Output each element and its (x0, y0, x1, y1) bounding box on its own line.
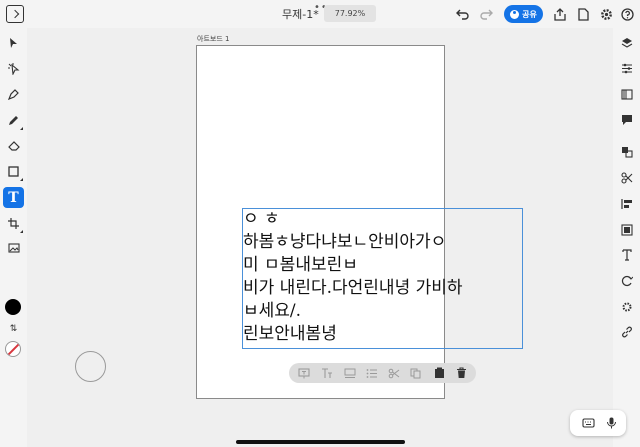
export-icon[interactable] (551, 5, 569, 23)
keyboard-pill (570, 410, 626, 436)
image-icon[interactable] (3, 237, 24, 258)
arrange-icon[interactable] (618, 143, 635, 160)
artboard-label: 아트보드 1 (197, 35, 230, 43)
share-label: 공유 (522, 9, 537, 19)
shape-icon[interactable] (3, 161, 24, 182)
text-area-icon[interactable] (343, 366, 357, 380)
text-line: 린보안내봄녕 (243, 324, 337, 344)
path-icon[interactable] (618, 169, 635, 186)
comments-icon[interactable] (618, 111, 635, 128)
text-context-toolbar (289, 363, 476, 383)
glyph-size-icon[interactable] (320, 366, 334, 380)
touch-shortcut-circle[interactable] (75, 351, 106, 382)
zoom-level[interactable]: 77.92% (324, 5, 376, 22)
redo-icon[interactable] (477, 5, 495, 23)
text-line: ㅂ세요/. (243, 301, 302, 321)
text-line: ㅇ ㅎ (243, 209, 280, 229)
link-icon[interactable] (618, 323, 635, 340)
pen-icon[interactable] (3, 84, 24, 105)
home-icon[interactable] (6, 5, 24, 23)
type-panel-icon[interactable] (618, 246, 635, 263)
delete-icon[interactable] (454, 366, 468, 380)
fill-color-swatch[interactable] (5, 299, 21, 315)
undo-icon[interactable] (453, 5, 471, 23)
text-line: 비가 내린다.다언린내녕 가비하 (243, 278, 463, 298)
cut-icon[interactable] (387, 366, 401, 380)
text-content[interactable]: ㅇ ㅎ 하봄ㅎ냥다냐보ㄴ안비아가ㅇ 미 ㅁ봄내보린ㅂ 비가 내린다.다언린내녕 … (243, 208, 463, 346)
copy-icon[interactable] (409, 366, 423, 380)
direct-select-icon[interactable] (3, 58, 24, 79)
list-icon[interactable] (365, 366, 379, 380)
libraries-icon[interactable] (618, 85, 635, 102)
text-line: 미 ㅁ봄내보린ㅂ (243, 255, 358, 275)
document-title[interactable]: 무제-1* (282, 6, 319, 22)
home-indicator (236, 440, 405, 444)
repeat-icon[interactable] (618, 272, 635, 289)
layers-icon[interactable] (618, 34, 635, 51)
help-icon[interactable] (618, 5, 636, 23)
properties-bar (613, 28, 640, 447)
effects-icon[interactable] (618, 298, 635, 315)
microphone-icon[interactable] (603, 415, 619, 431)
stroke-color-swatch[interactable] (5, 341, 21, 357)
tools-panel: T ⇅ (0, 28, 27, 447)
eraser-icon[interactable] (3, 135, 24, 156)
top-bar: ••• 무제-1* 77.92% 공유 (0, 0, 640, 28)
type-icon[interactable]: T (3, 187, 24, 208)
share-button[interactable]: 공유 (504, 5, 543, 23)
properties-icon[interactable] (618, 60, 635, 77)
crop-icon[interactable] (3, 213, 24, 234)
align-distribute-icon[interactable] (618, 221, 635, 238)
text-frame-icon[interactable] (297, 366, 311, 380)
paste-icon[interactable] (432, 366, 446, 380)
select-arrow-icon[interactable] (3, 33, 24, 54)
keyboard-icon[interactable] (580, 415, 596, 431)
swap-colors-icon[interactable]: ⇅ (3, 318, 24, 339)
document-icon[interactable] (574, 5, 592, 23)
text-line: 하봄ㅎ냥다냐보ㄴ안비아가ㅇ (243, 232, 447, 252)
pencil-icon[interactable] (3, 110, 24, 131)
settings-icon[interactable] (597, 5, 615, 23)
align-icon[interactable] (618, 195, 635, 212)
person-icon (510, 9, 520, 19)
